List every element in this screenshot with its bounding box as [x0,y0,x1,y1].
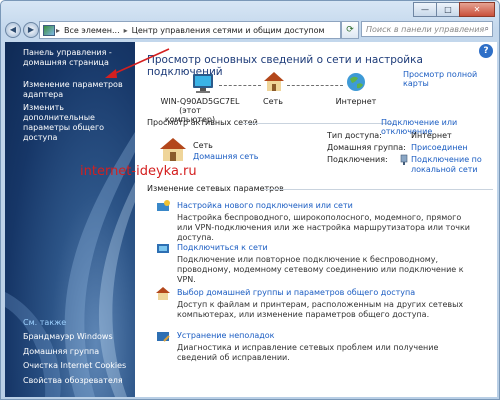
annotation-arrow [105,48,170,78]
window: — □ ✕ ◀ ▶ ▸ Все элемен... ▸ Центр управл… [0,0,500,400]
watermark-text: internet-ideyka.ru [80,164,197,179]
